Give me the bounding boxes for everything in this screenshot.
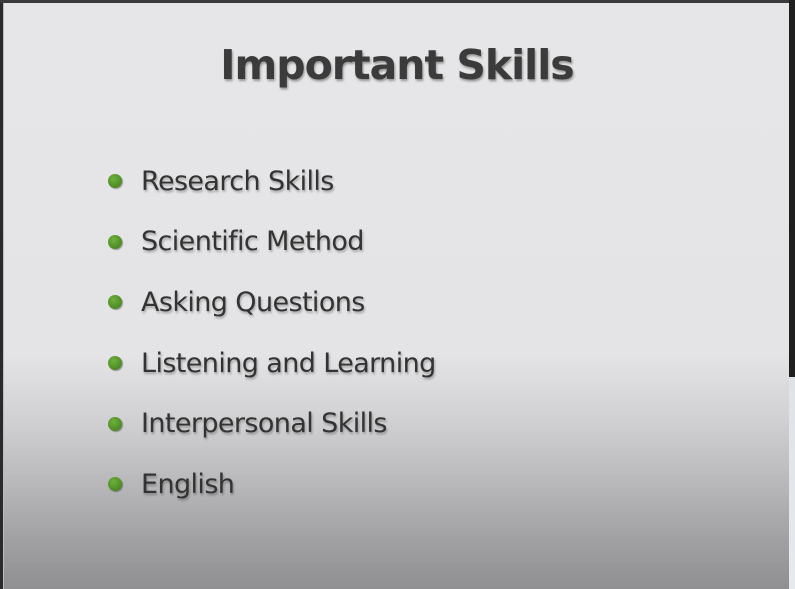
green-bullet-icon	[108, 416, 122, 431]
green-bullet-icon	[108, 234, 122, 249]
bullet-item-interpersonal-skills: Interpersonal Skills	[108, 393, 436, 454]
bullet-item-english: English	[108, 454, 436, 515]
bullet-item-scientific-method: Scientific Method	[108, 212, 436, 273]
bullet-label: Research Skills	[141, 165, 334, 197]
green-bullet-icon	[108, 477, 122, 492]
bullet-item-asking-questions: Asking Questions	[108, 272, 436, 333]
bullet-label: Listening and Learning	[141, 347, 436, 379]
bullet-item-research-skills: Research Skills	[108, 151, 436, 212]
bullet-label: Asking Questions	[141, 286, 365, 318]
slide-title: Important Skills	[220, 41, 574, 89]
window-right-edge	[789, 0, 795, 589]
green-bullet-icon	[108, 356, 122, 371]
green-bullet-icon	[108, 174, 122, 189]
bullet-label: English	[141, 468, 235, 500]
presentation-slide: Important Skills Research Skills Scienti…	[3, 3, 789, 589]
green-bullet-icon	[108, 295, 122, 310]
bullet-label: Scientific Method	[141, 226, 364, 258]
bullet-label: Interpersonal Skills	[141, 408, 388, 440]
bullet-list: Research Skills Scientific Method Asking…	[108, 151, 436, 515]
bullet-item-listening-and-learning: Listening and Learning	[108, 333, 436, 394]
